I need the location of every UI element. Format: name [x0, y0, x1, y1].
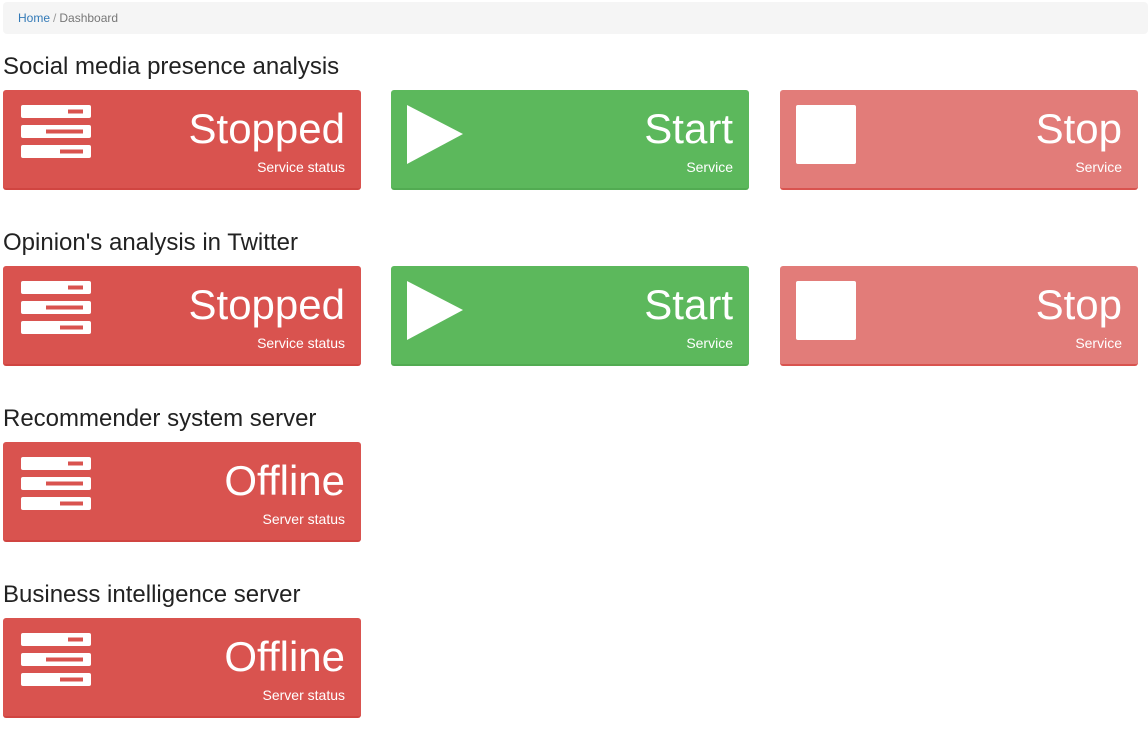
play-icon [407, 281, 463, 340]
server-status-label: Server status [262, 687, 345, 703]
start-button-caption: Service [686, 335, 733, 351]
section-title-twitter-opinion: Opinion's analysis in Twitter [3, 229, 298, 256]
start-button-label: Start [644, 281, 733, 328]
service-status-label: Service status [257, 159, 345, 175]
service-status-value: Stopped [188, 105, 345, 152]
server-status-tile: Offline Server status [3, 442, 361, 542]
stop-service-button[interactable]: Stop Service [780, 90, 1138, 190]
stop-service-button[interactable]: Stop Service [780, 266, 1138, 366]
service-status-tile: Stopped Service status [3, 90, 361, 190]
server-status-label: Server status [262, 511, 345, 527]
server-icon [21, 281, 91, 334]
breadcrumb-current: Dashboard [59, 11, 119, 25]
start-service-button[interactable]: Start Service [391, 90, 749, 190]
section-title-business-intelligence: Business intelligence server [3, 581, 301, 608]
stop-icon [796, 105, 856, 164]
start-button-caption: Service [686, 159, 733, 175]
server-icon [21, 457, 91, 510]
start-service-button[interactable]: Start Service [391, 266, 749, 366]
stop-button-label: Stop [1035, 105, 1122, 152]
start-button-label: Start [644, 105, 733, 152]
service-status-label: Service status [257, 335, 345, 351]
server-icon [21, 105, 91, 158]
stop-button-caption: Service [1075, 335, 1122, 351]
play-icon [407, 105, 463, 164]
section-title-recommender: Recommender system server [3, 405, 317, 432]
server-status-value: Offline [224, 457, 345, 504]
stop-button-label: Stop [1035, 281, 1122, 328]
service-status-tile: Stopped Service status [3, 266, 361, 366]
section-title-social-media: Social media presence analysis [3, 53, 340, 80]
service-status-value: Stopped [188, 281, 345, 328]
stop-button-caption: Service [1075, 159, 1122, 175]
stop-icon [796, 281, 856, 340]
breadcrumb: Home / Dashboard [3, 2, 1148, 34]
breadcrumb-home-link[interactable]: Home [18, 11, 50, 25]
server-status-tile: Offline Server status [3, 618, 361, 718]
server-icon [21, 633, 91, 686]
breadcrumb-separator: / [53, 11, 57, 25]
server-status-value: Offline [224, 633, 345, 680]
